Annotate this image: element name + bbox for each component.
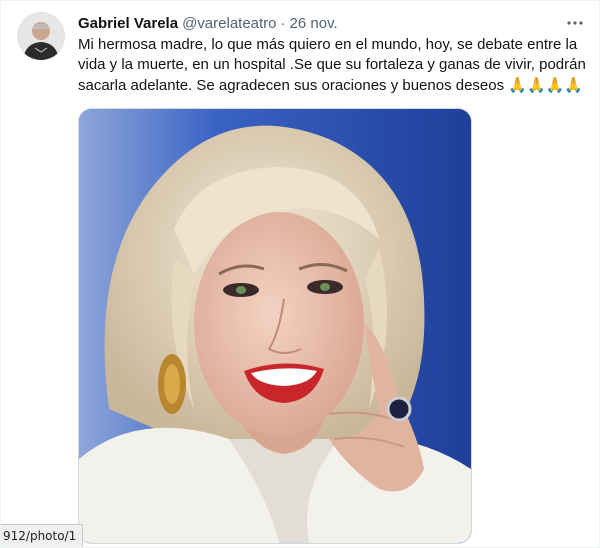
tweet-photo[interactable] [78,108,472,544]
status-bar-url: 912/photo/1 [1,524,84,547]
author-name[interactable]: Gabriel Varela [78,15,178,32]
tweet-card[interactable]: Gabriel Varela @varelateatro · 26 nov. M… [0,0,600,548]
author-handle[interactable]: @varelateatro [182,15,276,32]
avatar[interactable] [17,12,65,60]
header-separator: · [280,14,286,32]
tweet-text: Mi hermosa madre, lo que más quiero en e… [78,35,594,96]
more-horizontal-icon[interactable] [563,11,587,35]
pray-emoji-icon: 🙏🙏🙏🙏 [508,76,584,94]
tweet-date[interactable]: 26 nov. [290,15,338,32]
tweet-header: Gabriel Varela @varelateatro · 26 nov. [78,13,338,33]
